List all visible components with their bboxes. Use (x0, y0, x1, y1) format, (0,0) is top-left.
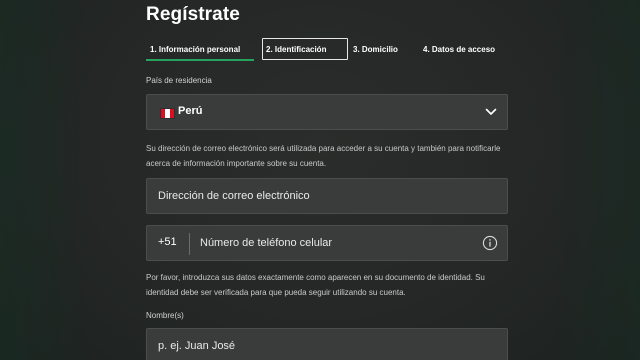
phone-field-container: +51 (146, 225, 508, 261)
country-select[interactable]: Perú (146, 94, 508, 130)
chevron-down-icon (485, 108, 497, 115)
country-label: País de residencia (146, 76, 212, 85)
background-glow-left (0, 0, 90, 360)
email-field-container (146, 178, 508, 214)
info-icon[interactable] (482, 235, 498, 251)
step-access-data[interactable]: 4. Datos de acceso (423, 38, 513, 60)
step-identification[interactable]: 2. Identificación (262, 38, 348, 60)
name-label: Nombre(s) (146, 311, 184, 320)
peru-flag-icon (160, 108, 175, 119)
background-glow-right (550, 0, 640, 360)
active-step-indicator (146, 59, 254, 61)
phone-field[interactable] (190, 226, 480, 260)
name-field[interactable] (147, 329, 507, 360)
identity-helper-text: Por favor, introduzca sus datos exactame… (146, 273, 485, 297)
step-personal-info[interactable]: 1. Información personal (146, 38, 254, 60)
page-title: Regístrate (146, 4, 240, 25)
email-helper-text: Su dirección de correo electrónico será … (146, 144, 501, 168)
name-field-container (146, 328, 508, 360)
step-address[interactable]: 3. Domicilio (351, 38, 417, 60)
email-field[interactable] (147, 179, 507, 213)
country-value: Perú (178, 105, 203, 117)
phone-country-code[interactable]: +51 (158, 236, 177, 248)
